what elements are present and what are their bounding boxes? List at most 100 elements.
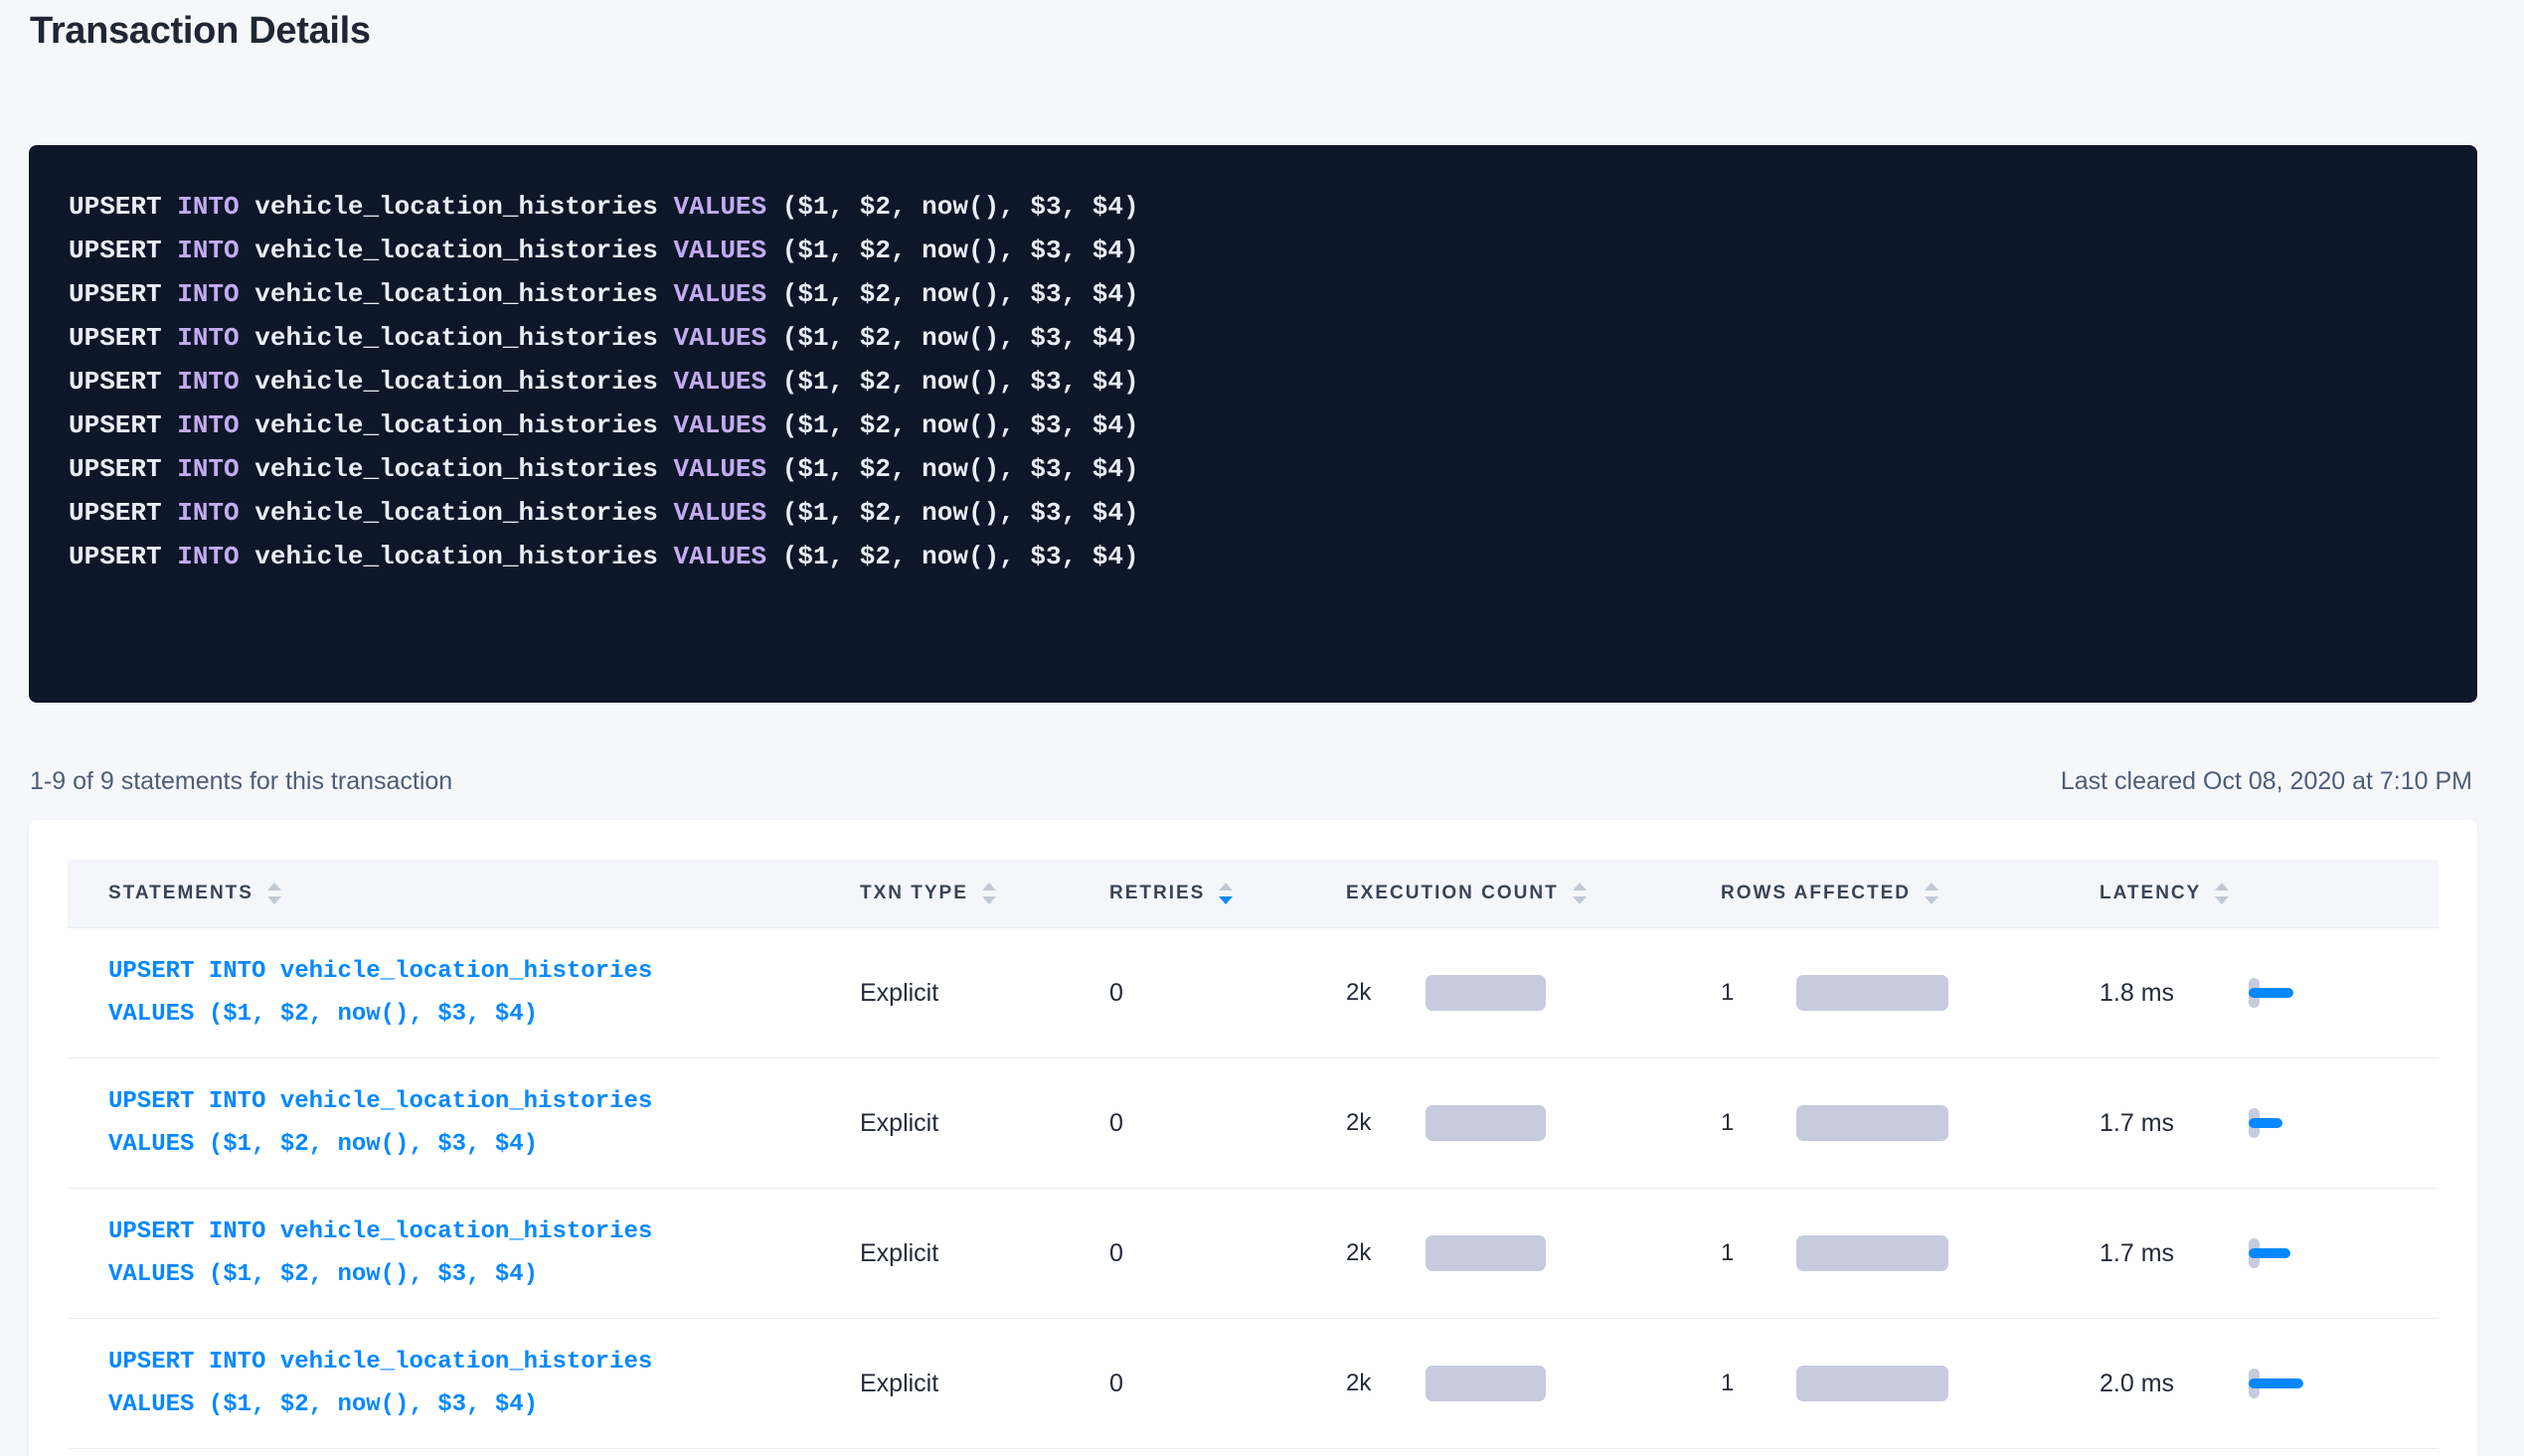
sql-text: ($1, $2, now(), $3, $4)	[766, 410, 1138, 440]
sql-text: UPSERT	[69, 410, 177, 440]
statement-line: UPSERT INTO vehicle_location_histories	[108, 1341, 860, 1383]
latency-bar	[2249, 988, 2293, 998]
sql-code-line: UPSERT INTO vehicle_location_histories V…	[69, 535, 2438, 578]
sort-desc-icon[interactable]	[267, 896, 281, 904]
execution-count-bar	[1426, 975, 1546, 1011]
sql-text: ($1, $2, now(), $3, $4)	[766, 498, 1138, 528]
execution-count-bar	[1426, 1366, 1546, 1401]
sql-keyword: VALUES	[674, 236, 767, 265]
sql-code-line: UPSERT INTO vehicle_location_histories V…	[69, 316, 2438, 360]
sql-text: UPSERT	[69, 279, 177, 309]
column-header-retries[interactable]: RETRIES	[1109, 883, 1346, 904]
sql-keyword: INTO	[177, 323, 239, 353]
sort-asc-icon[interactable]	[267, 883, 281, 890]
column-header-latency[interactable]: LATENCY	[2100, 883, 2438, 904]
execution-count-bar	[1426, 1105, 1546, 1141]
column-header-statements[interactable]: STATEMENTS	[68, 883, 860, 904]
sort-desc-icon[interactable]	[1573, 896, 1587, 904]
latency-cell: 1.8 ms	[2100, 975, 2438, 1011]
sql-text: UPSERT	[69, 542, 177, 571]
sort-asc-icon[interactable]	[1573, 883, 1587, 890]
sql-text: vehicle_location_histories	[240, 498, 674, 528]
sql-keyword: INTO	[177, 454, 239, 484]
sql-text: UPSERT	[69, 323, 177, 353]
statement-link[interactable]: UPSERT INTO vehicle_location_historiesVA…	[108, 1080, 860, 1166]
sql-text: vehicle_location_histories	[240, 192, 674, 222]
sql-keyword: VALUES	[674, 367, 767, 397]
execution-count-value: 2k	[1346, 1109, 1426, 1137]
latency-value: 1.7 ms	[2100, 1109, 2249, 1138]
latency-value: 1.8 ms	[2100, 979, 2249, 1008]
txn-type-cell: Explicit	[860, 1370, 1109, 1398]
statements-table-card: STATEMENTS TXN TYPE RETRIES EXECUTION COUNT…	[29, 820, 2477, 1456]
sql-keyword: INTO	[177, 498, 239, 528]
sort-asc-icon[interactable]	[1219, 883, 1233, 890]
execution-count-cell: 2k	[1346, 1366, 1721, 1401]
column-label-retries: RETRIES	[1109, 883, 1205, 904]
sort-arrows-icon[interactable]	[1219, 883, 1233, 904]
sort-asc-icon[interactable]	[982, 883, 996, 890]
sort-desc-icon[interactable]	[982, 896, 996, 904]
latency-cell: 1.7 ms	[2100, 1105, 2438, 1141]
sql-text: ($1, $2, now(), $3, $4)	[766, 454, 1138, 484]
sql-statements-box: UPSERT INTO vehicle_location_histories V…	[29, 145, 2477, 703]
statement-cell: UPSERT INTO vehicle_location_historiesVA…	[68, 950, 860, 1036]
sort-arrows-icon[interactable]	[1573, 883, 1587, 904]
sql-text: UPSERT	[69, 498, 177, 528]
sql-code-line: UPSERT INTO vehicle_location_histories V…	[69, 404, 2438, 447]
sql-code-line: UPSERT INTO vehicle_location_histories V…	[69, 272, 2438, 316]
statement-link[interactable]: UPSERT INTO vehicle_location_historiesVA…	[108, 1211, 860, 1296]
sql-text: UPSERT	[69, 192, 177, 222]
statement-cell: UPSERT INTO vehicle_location_historiesVA…	[68, 1211, 860, 1296]
sort-arrows-icon[interactable]	[2215, 883, 2229, 904]
sql-keyword: VALUES	[674, 192, 767, 222]
statement-line: UPSERT INTO vehicle_location_histories	[108, 1211, 860, 1253]
latency-cell: 1.7 ms	[2100, 1235, 2438, 1271]
sql-text: ($1, $2, now(), $3, $4)	[766, 192, 1138, 222]
statements-count-text: 1-9 of 9 statements for this transaction	[30, 767, 452, 796]
execution-count-bar	[1426, 1235, 1546, 1271]
sort-arrows-icon[interactable]	[1925, 883, 1938, 904]
rows-affected-cell: 1	[1721, 1235, 2100, 1271]
statement-line: VALUES ($1, $2, now(), $3, $4)	[108, 1253, 860, 1296]
txn-type-cell: Explicit	[860, 1109, 1109, 1138]
retries-cell: 0	[1109, 979, 1346, 1008]
column-label-txn-type: TXN TYPE	[860, 883, 968, 904]
rows-affected-bar	[1796, 1105, 1948, 1141]
statement-line: UPSERT INTO vehicle_location_histories	[108, 950, 860, 993]
sql-text: UPSERT	[69, 454, 177, 484]
column-header-txn-type[interactable]: TXN TYPE	[860, 883, 1109, 904]
execution-count-cell: 2k	[1346, 1235, 1721, 1271]
statement-link[interactable]: UPSERT INTO vehicle_location_historiesVA…	[108, 950, 860, 1036]
statement-line: VALUES ($1, $2, now(), $3, $4)	[108, 1383, 860, 1426]
sql-text: ($1, $2, now(), $3, $4)	[766, 236, 1138, 265]
sql-keyword: VALUES	[674, 323, 767, 353]
column-header-execution-count[interactable]: EXECUTION COUNT	[1346, 883, 1721, 904]
execution-count-value: 2k	[1346, 1370, 1426, 1397]
sql-code-line: UPSERT INTO vehicle_location_histories V…	[69, 185, 2438, 229]
column-header-rows-affected[interactable]: ROWS AFFECTED	[1721, 883, 2100, 904]
execution-count-value: 2k	[1346, 979, 1426, 1007]
sort-desc-icon[interactable]	[1925, 896, 1938, 904]
statement-cell: UPSERT INTO vehicle_location_historiesVA…	[68, 1080, 860, 1166]
execution-count-cell: 2k	[1346, 975, 1721, 1011]
txn-type-cell: Explicit	[860, 979, 1109, 1008]
sort-desc-icon[interactable]	[2215, 896, 2229, 904]
table-row: UPSERT INTO vehicle_location_historiesVA…	[68, 928, 2439, 1058]
sql-code-line: UPSERT INTO vehicle_location_histories V…	[69, 229, 2438, 272]
latency-value: 2.0 ms	[2100, 1370, 2249, 1398]
sort-asc-icon[interactable]	[2215, 883, 2229, 890]
rows-affected-cell: 1	[1721, 1366, 2100, 1401]
page-title: Transaction Details	[30, 10, 371, 53]
sql-text: vehicle_location_histories	[240, 542, 674, 571]
sort-arrows-icon[interactable]	[982, 883, 996, 904]
sort-asc-icon[interactable]	[1925, 883, 1938, 890]
statement-link[interactable]: UPSERT INTO vehicle_location_historiesVA…	[108, 1341, 860, 1426]
latency-bar	[2249, 1118, 2282, 1128]
sql-keyword: INTO	[177, 367, 239, 397]
sort-desc-icon[interactable]	[1219, 896, 1233, 904]
retries-cell: 0	[1109, 1109, 1346, 1138]
sort-arrows-icon[interactable]	[267, 883, 281, 904]
column-label-statements: STATEMENTS	[108, 883, 253, 904]
sql-code-line: UPSERT INTO vehicle_location_histories V…	[69, 360, 2438, 404]
